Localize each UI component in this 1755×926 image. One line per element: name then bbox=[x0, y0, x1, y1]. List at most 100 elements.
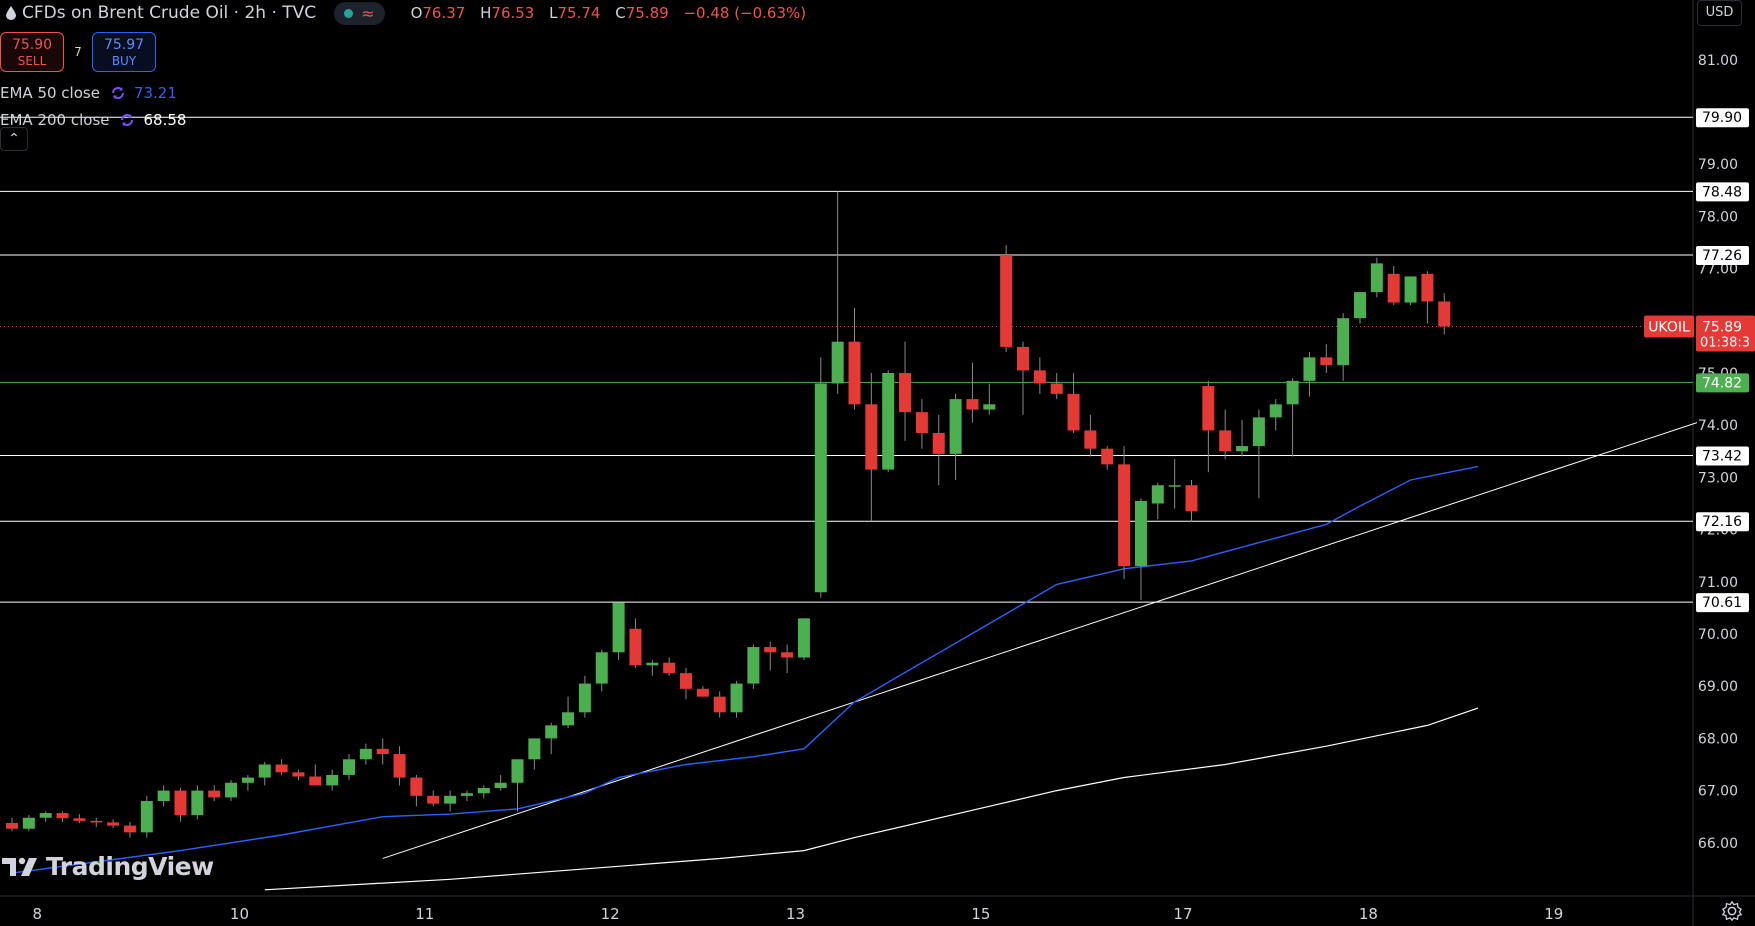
candle-down bbox=[1084, 430, 1097, 449]
indicator-ema200[interactable]: EMA 200 close 68.58 bbox=[0, 111, 186, 129]
candle-up bbox=[191, 790, 204, 816]
level-price-label: 77.26 bbox=[1702, 248, 1742, 264]
candle-up bbox=[1404, 276, 1417, 303]
ohlc-open-key: O bbox=[410, 4, 423, 22]
candle-down bbox=[781, 652, 794, 658]
candle-up bbox=[39, 813, 52, 818]
candle-up bbox=[359, 748, 372, 760]
candle-up bbox=[595, 652, 608, 684]
ema200-value: 68.58 bbox=[143, 111, 187, 129]
candle-up bbox=[1252, 417, 1265, 447]
candle-up bbox=[511, 759, 524, 783]
candle-up bbox=[1236, 446, 1249, 452]
price-tick-label: 74.00 bbox=[1698, 418, 1738, 434]
ohlc-readout: O76.37 H76.53 L75.74 C75.89 −0.48 (−0.63… bbox=[411, 4, 817, 22]
price-tick-label: 73.00 bbox=[1698, 470, 1738, 486]
candle-up bbox=[949, 399, 962, 454]
ohlc-high: 76.53 bbox=[491, 4, 535, 22]
currency-button[interactable]: USD bbox=[1697, 0, 1742, 26]
candle-down bbox=[309, 776, 322, 786]
candle-down bbox=[764, 647, 777, 653]
candle-down bbox=[696, 688, 709, 697]
candle-up bbox=[646, 662, 659, 666]
candle-down bbox=[73, 818, 86, 821]
candle-down bbox=[865, 404, 878, 470]
candle-up bbox=[157, 790, 170, 802]
candle-up bbox=[545, 725, 558, 739]
candle-down bbox=[107, 822, 120, 826]
trendline bbox=[382, 422, 1698, 859]
tradingview-wordmark: TradingView bbox=[46, 852, 214, 881]
candle-up bbox=[444, 795, 457, 804]
candle-up bbox=[831, 341, 844, 384]
price-tick-label: 70.00 bbox=[1698, 627, 1738, 643]
candle-up bbox=[1286, 380, 1299, 405]
candle-up bbox=[578, 683, 591, 713]
price-chart[interactable]: 66.0067.0068.0069.0070.0071.0072.0073.00… bbox=[0, 0, 1755, 926]
candle-up bbox=[612, 602, 625, 653]
time-tick-label: 12 bbox=[601, 905, 620, 923]
candle-down bbox=[393, 754, 406, 778]
settings-gear-icon[interactable] bbox=[1720, 900, 1744, 922]
candle-down bbox=[1033, 370, 1046, 384]
ohlc-change: −0.48 (−0.63%) bbox=[683, 4, 807, 22]
bar-countdown-label: 01:38:3 bbox=[1700, 336, 1750, 351]
ema50-line bbox=[11, 465, 1479, 874]
candle-up bbox=[1151, 485, 1164, 504]
candle-up bbox=[460, 793, 473, 796]
candle-down bbox=[1219, 430, 1232, 452]
candle-down bbox=[1438, 301, 1451, 327]
candle-down bbox=[899, 373, 912, 413]
candle-down bbox=[1421, 273, 1434, 302]
candle-up bbox=[1337, 318, 1350, 366]
chevron-up-icon: ⌃ bbox=[8, 131, 20, 147]
candle-down bbox=[208, 790, 221, 798]
candle-up bbox=[562, 712, 575, 726]
loading-cycle-icon bbox=[111, 87, 124, 99]
candle-down bbox=[1050, 383, 1063, 394]
time-tick-label: 11 bbox=[415, 905, 434, 923]
candle-down bbox=[1387, 273, 1400, 303]
time-tick-label: 17 bbox=[1174, 905, 1193, 923]
ohlc-low-key: L bbox=[549, 4, 558, 22]
candle-up bbox=[258, 764, 271, 778]
time-tick-label: 18 bbox=[1359, 905, 1378, 923]
level-price-label: 70.61 bbox=[1702, 595, 1742, 611]
price-tick-label: 79.00 bbox=[1698, 157, 1738, 173]
indicator-ema50[interactable]: EMA 50 close 73.21 bbox=[0, 84, 177, 102]
ema50-value: 73.21 bbox=[133, 84, 177, 102]
symbol-title[interactable]: CFDs on Brent Crude Oil · 2h · TVC bbox=[22, 3, 316, 23]
candle-up bbox=[140, 801, 153, 833]
candle-up bbox=[797, 618, 810, 658]
candle-down bbox=[713, 696, 726, 713]
level-price-label: 79.90 bbox=[1702, 110, 1742, 126]
candle-down bbox=[1000, 255, 1013, 347]
chart-header: CFDs on Brent Crude Oil · 2h · TVC ≈ O76… bbox=[0, 0, 816, 26]
tradingview-logo-icon bbox=[2, 857, 37, 876]
loading-cycle-icon bbox=[121, 114, 134, 126]
price-tick-label: 69.00 bbox=[1698, 679, 1738, 695]
trade-panel: 75.90 SELL 7 75.97 BUY bbox=[0, 32, 156, 72]
collapse-legend-button[interactable]: ⌃ bbox=[0, 127, 28, 151]
market-status[interactable]: ≈ bbox=[334, 1, 385, 25]
candle-down bbox=[966, 399, 979, 410]
candle-down bbox=[6, 822, 18, 829]
price-tick-label: 67.00 bbox=[1698, 784, 1738, 800]
candle-down bbox=[848, 341, 861, 405]
time-tick-label: 15 bbox=[971, 905, 990, 923]
ohlc-open: 76.37 bbox=[422, 4, 466, 22]
candle-down bbox=[915, 412, 928, 434]
tradingview-logo[interactable]: TradingView bbox=[2, 852, 214, 881]
market-open-dot bbox=[344, 8, 354, 18]
sell-button[interactable]: 75.90 SELL bbox=[0, 32, 64, 72]
ohlc-close: 75.89 bbox=[625, 4, 669, 22]
candle-down bbox=[1320, 357, 1333, 366]
ohlc-high-key: H bbox=[480, 4, 492, 22]
candle-up bbox=[1354, 292, 1366, 319]
candle-down bbox=[1185, 485, 1198, 512]
candle-down bbox=[410, 777, 423, 796]
buy-button[interactable]: 75.97 BUY bbox=[92, 32, 156, 72]
time-tick-label: 13 bbox=[786, 905, 805, 923]
ohlc-close-key: C bbox=[615, 4, 626, 22]
price-tick-label: 71.00 bbox=[1698, 575, 1738, 591]
